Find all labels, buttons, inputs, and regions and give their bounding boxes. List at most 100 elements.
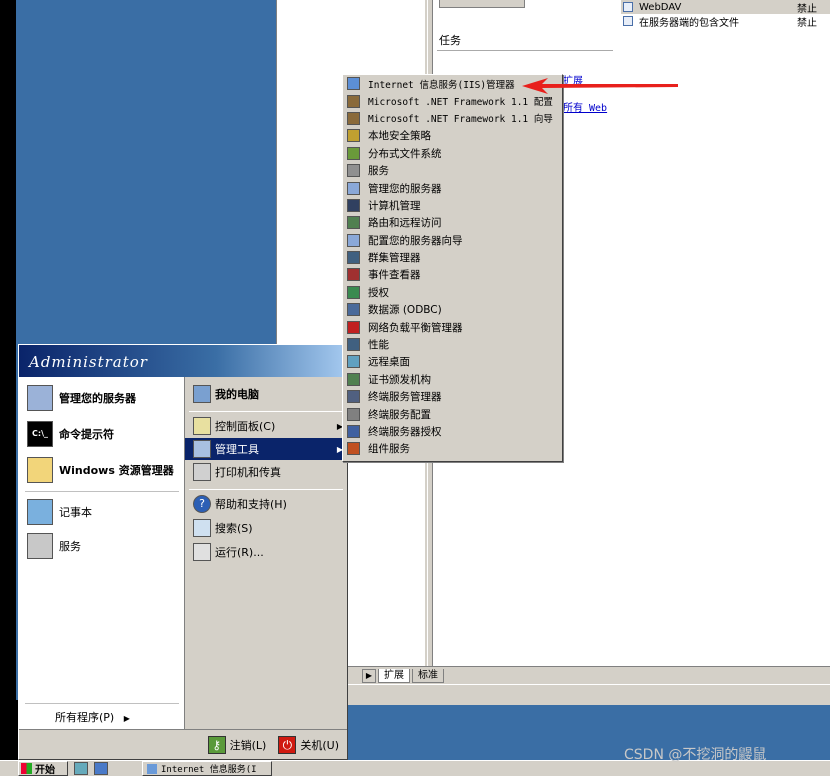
item-label: 我的电脑 bbox=[215, 388, 259, 401]
pinned-command-prompt[interactable]: C:\_ 命令提示符 bbox=[19, 417, 185, 451]
tab-extended[interactable]: 扩展 bbox=[378, 668, 410, 683]
tool-icon bbox=[347, 320, 360, 334]
search-icon bbox=[193, 519, 211, 537]
key-icon: ⚷ bbox=[207, 735, 226, 754]
system-places: 我的电脑 控制面板(C) ▶ 管理工具 ▶ 打印机和传真 ? 帮助和支持(H) … bbox=[185, 377, 347, 729]
item-label: 运行(R)... bbox=[215, 546, 264, 559]
tool-label: 数据源 (ODBC) bbox=[368, 304, 442, 317]
all-programs-button[interactable]: 所有程序(P) ▶ bbox=[19, 707, 185, 729]
admin-tool-item[interactable]: 证书颁发机构 bbox=[343, 371, 562, 388]
taskbar-iis-button[interactable]: Internet 信息服务(I bbox=[142, 761, 272, 776]
pinned-manage-server[interactable]: 管理您的服务器 bbox=[19, 381, 185, 415]
tool-label: 计算机管理 bbox=[368, 199, 421, 212]
tab-standard[interactable]: 标准 bbox=[412, 668, 444, 683]
tool-icon bbox=[347, 372, 360, 386]
admin-tool-item[interactable]: 管理您的服务器 bbox=[343, 179, 562, 196]
logoff-label: 注销(L) bbox=[229, 738, 267, 752]
server-icon bbox=[27, 385, 53, 411]
tool-icon bbox=[347, 129, 360, 143]
list-item[interactable]: WebDAV 禁止 bbox=[621, 0, 830, 15]
tool-icon bbox=[347, 94, 360, 108]
list-item[interactable]: 在服务器端的包含文件 禁止 bbox=[621, 14, 830, 29]
all-programs-label: 所有程序(P) bbox=[55, 711, 115, 724]
tool-label: 网络负载平衡管理器 bbox=[368, 321, 463, 334]
admin-tool-item[interactable]: 终端服务器授权 bbox=[343, 423, 562, 440]
tool-label: Microsoft .NET Framework 1.1 配置 bbox=[368, 97, 553, 109]
admin-tool-item[interactable]: 远程桌面 bbox=[343, 353, 562, 370]
tool-icon bbox=[347, 338, 360, 352]
start-button[interactable]: 开始 bbox=[18, 761, 68, 776]
control-panel-item[interactable]: 控制面板(C) ▶ bbox=[185, 415, 347, 437]
tasks-label: 任务 bbox=[439, 34, 461, 47]
admin-tool-item[interactable]: 网络负载平衡管理器 bbox=[343, 318, 562, 335]
top-button[interactable] bbox=[439, 0, 525, 8]
admin-tool-item[interactable]: 性能 bbox=[343, 336, 562, 353]
tool-label: 配置您的服务器向导 bbox=[368, 234, 463, 247]
tool-label: 性能 bbox=[368, 339, 389, 352]
admin-tool-item[interactable]: 分布式文件系统 bbox=[343, 145, 562, 162]
printer-icon bbox=[193, 463, 211, 481]
list-item-status: 禁止 bbox=[797, 3, 817, 15]
admin-tool-item[interactable]: 配置您的服务器向导 bbox=[343, 232, 562, 249]
tool-label: 分布式文件系统 bbox=[368, 147, 442, 160]
start-menu-footer: ⚷ 注销(L) ⏻ 关机(U) bbox=[19, 729, 347, 759]
admin-tool-item[interactable]: 终端服务配置 bbox=[343, 405, 562, 422]
tool-label: 授权 bbox=[368, 286, 389, 299]
tool-label: 终端服务管理器 bbox=[368, 391, 442, 404]
logoff-button[interactable]: ⚷ 注销(L) bbox=[207, 735, 267, 754]
screen-edge bbox=[0, 0, 16, 776]
printers-item[interactable]: 打印机和传真 bbox=[185, 461, 347, 483]
tool-label: 事件查看器 bbox=[368, 269, 421, 282]
scroll-right-arrow[interactable]: ▶ bbox=[362, 668, 376, 683]
recent-notepad[interactable]: 记事本 bbox=[19, 495, 185, 529]
admin-tool-item[interactable]: 组件服务 bbox=[343, 440, 562, 457]
start-label: 开始 bbox=[35, 765, 55, 776]
item-label: Windows 资源管理器 bbox=[59, 464, 174, 477]
search-item[interactable]: 搜索(S) bbox=[185, 517, 347, 539]
tool-label: 终端服务配置 bbox=[368, 408, 431, 421]
pinned-explorer[interactable]: Windows 资源管理器 bbox=[19, 453, 185, 487]
tool-label: Internet 信息服务(IIS)管理器 bbox=[368, 79, 515, 91]
admin-tool-item[interactable]: Microsoft .NET Framework 1.1 向导 bbox=[343, 110, 562, 127]
red-arrow-annotation bbox=[522, 78, 678, 94]
admin-tools-item[interactable]: 管理工具 ▶ bbox=[185, 438, 347, 460]
explorer-quick-icon[interactable] bbox=[94, 762, 108, 775]
admin-tools-submenu: Internet 信息服务(IIS)管理器 Microsoft .NET Fram… bbox=[342, 74, 563, 462]
item-label: 打印机和传真 bbox=[215, 466, 281, 479]
tool-label: 服务 bbox=[368, 165, 389, 178]
admin-tool-item[interactable]: 本地安全策略 bbox=[343, 127, 562, 144]
admin-tool-item[interactable]: 路由和远程访问 bbox=[343, 214, 562, 231]
admin-tool-item[interactable]: 计算机管理 bbox=[343, 197, 562, 214]
my-computer-item[interactable]: 我的电脑 bbox=[185, 383, 347, 405]
help-item[interactable]: ? 帮助和支持(H) bbox=[185, 493, 347, 515]
list-item-status: 禁止 bbox=[797, 17, 817, 29]
start-menu: Administrator 管理您的服务器 C:\_ 命令提示符 Windows… bbox=[18, 344, 348, 760]
admin-tool-item[interactable]: 服务 bbox=[343, 162, 562, 179]
recent-services[interactable]: 服务 bbox=[19, 529, 185, 563]
item-label: 管理工具 bbox=[215, 443, 259, 456]
admin-tool-item[interactable]: 授权 bbox=[343, 284, 562, 301]
all-web-link[interactable]: 所有 Web bbox=[563, 99, 607, 114]
item-label: 管理您的服务器 bbox=[59, 392, 136, 405]
shutdown-label: 关机(U) bbox=[300, 738, 339, 752]
item-label: 搜索(S) bbox=[215, 522, 253, 535]
tool-icon bbox=[347, 251, 360, 265]
run-item[interactable]: 运行(R)... bbox=[185, 541, 347, 563]
admin-tool-item[interactable]: 群集管理器 bbox=[343, 249, 562, 266]
tool-icon bbox=[347, 285, 360, 299]
control-panel-icon bbox=[193, 417, 211, 435]
tool-label: 远程桌面 bbox=[368, 356, 410, 369]
item-label: 命令提示符 bbox=[59, 428, 114, 441]
admin-tool-item[interactable]: 数据源 (ODBC) bbox=[343, 301, 562, 318]
admin-tool-item[interactable]: 事件查看器 bbox=[343, 266, 562, 283]
admin-tool-item[interactable]: 终端服务管理器 bbox=[343, 388, 562, 405]
extension-list: WebDAV 禁止 在服务器端的包含文件 禁止 bbox=[621, 0, 830, 29]
extension-icon bbox=[623, 2, 633, 12]
divider bbox=[25, 491, 179, 492]
tool-icon bbox=[347, 111, 360, 125]
shutdown-button[interactable]: ⏻ 关机(U) bbox=[278, 735, 339, 754]
tool-icon bbox=[347, 407, 360, 421]
windows-flag-icon bbox=[21, 763, 32, 774]
ie-icon[interactable] bbox=[74, 762, 88, 775]
tool-icon bbox=[347, 216, 360, 230]
